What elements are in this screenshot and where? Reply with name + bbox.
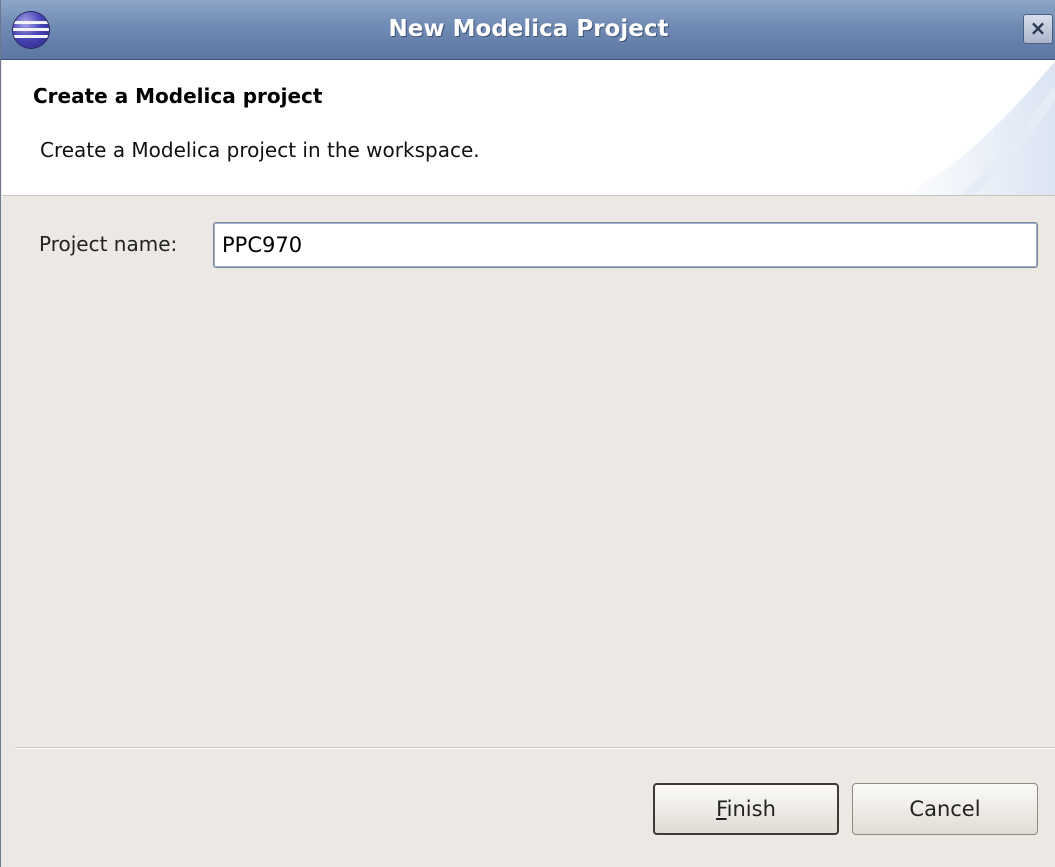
window-title: New Modelica Project [388,16,669,42]
finish-button[interactable]: Finish [653,783,839,835]
title-bar[interactable]: New Modelica Project × [1,0,1055,60]
wizard-banner: Create a Modelica project Create a Model… [2,60,1055,196]
cancel-button[interactable]: Cancel [852,783,1038,835]
banner-decoration [898,61,1055,195]
project-name-label: Project name: [39,232,178,256]
wizard-description: Create a Modelica project in the workspa… [40,138,480,162]
finish-label: inish [726,797,776,821]
button-bar-separator [15,747,1055,749]
wizard-title: Create a Modelica project [33,84,323,108]
project-name-input[interactable] [213,222,1038,268]
close-icon[interactable]: × [1023,14,1053,44]
new-modelica-project-dialog: New Modelica Project × Create a Modelica… [0,0,1055,867]
finish-mnemonic: F [716,797,727,821]
